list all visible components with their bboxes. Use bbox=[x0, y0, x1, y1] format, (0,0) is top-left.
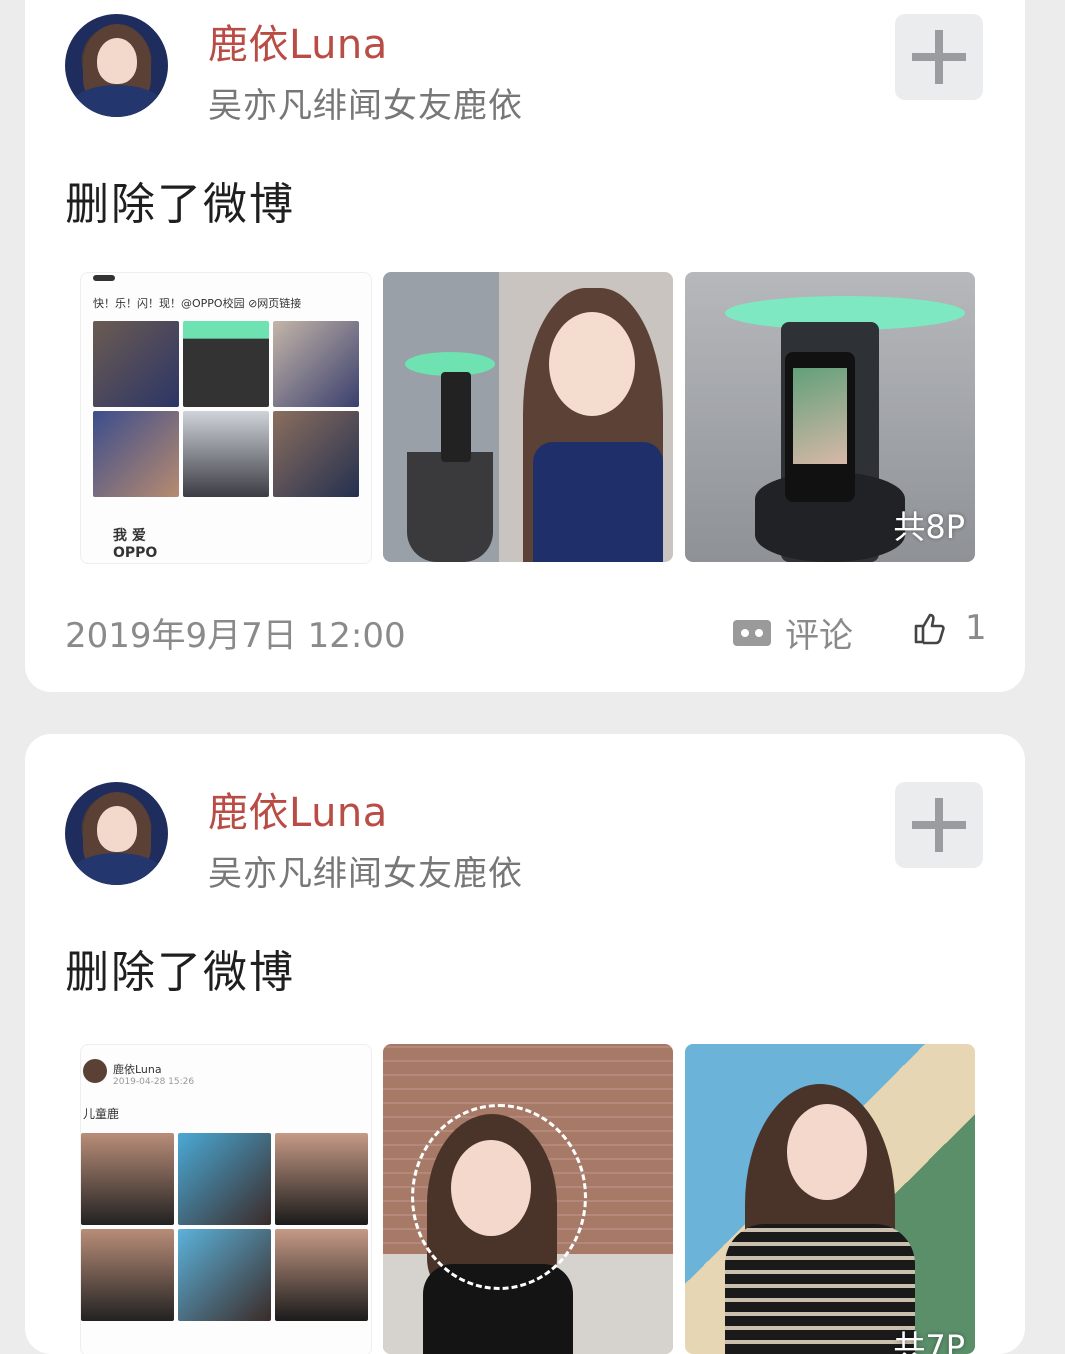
post-image-2[interactable] bbox=[383, 1044, 673, 1354]
image-user-name: 鹿依Luna bbox=[113, 1063, 162, 1076]
thumbs-up-icon bbox=[914, 613, 945, 645]
image-count-badge: 共8P bbox=[893, 508, 965, 546]
image-date: 2019-04-28 15:26 bbox=[113, 1077, 195, 1087]
comment-label: 评论 bbox=[785, 616, 853, 656]
follow-button[interactable] bbox=[895, 14, 983, 100]
image-footer-2: OPPO bbox=[113, 545, 158, 561]
post-image-1[interactable]: 鹿依Luna 2019-04-28 15:26 儿童鹿 bbox=[80, 1044, 372, 1354]
like-button[interactable]: 1 bbox=[913, 608, 987, 648]
avatar[interactable] bbox=[65, 782, 168, 885]
avatar[interactable] bbox=[65, 14, 168, 117]
post-timestamp: 2019年9月7日 12:00 bbox=[65, 616, 406, 656]
user-subtitle: 吴亦凡绯闻女友鹿依 bbox=[208, 854, 523, 894]
post-image-3[interactable]: 共7P bbox=[685, 1044, 975, 1354]
post-image-1[interactable]: 快！乐！闪！现！@OPPO校园 ⊘网页链接 我 爱 OPPO bbox=[80, 272, 372, 564]
post-card[interactable]: 鹿依Luna 吴亦凡绯闻女友鹿依 删除了微博 鹿依Luna 2019-04-28… bbox=[25, 734, 1025, 1354]
comment-icon bbox=[733, 619, 771, 646]
image-caption: 快！乐！闪！现！@OPPO校园 ⊘网页链接 bbox=[93, 297, 302, 310]
like-count: 1 bbox=[965, 608, 987, 648]
comment-button[interactable]: 评论 bbox=[733, 608, 853, 657]
image-footer-1: 我 爱 bbox=[113, 528, 146, 544]
user-name[interactable]: 鹿依Luna bbox=[208, 780, 388, 838]
post-image-3[interactable]: 共8P bbox=[685, 272, 975, 562]
user-name[interactable]: 鹿依Luna bbox=[208, 12, 388, 70]
post-image-2[interactable] bbox=[383, 272, 673, 562]
user-subtitle: 吴亦凡绯闻女友鹿依 bbox=[208, 86, 523, 126]
post-text: 删除了微博 bbox=[65, 947, 295, 998]
post-text: 删除了微博 bbox=[65, 179, 295, 230]
follow-button[interactable] bbox=[895, 782, 983, 868]
image-count-badge: 共7P bbox=[893, 1328, 965, 1354]
post-card[interactable]: 鹿依Luna 吴亦凡绯闻女友鹿依 删除了微博 快！乐！闪！现！@OPPO校园 ⊘… bbox=[25, 0, 1025, 692]
image-caption: 儿童鹿 bbox=[83, 1107, 120, 1121]
